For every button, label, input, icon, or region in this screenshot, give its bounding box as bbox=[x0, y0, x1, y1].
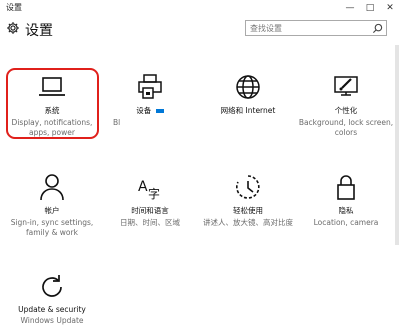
minimize-button[interactable]: — bbox=[340, 0, 360, 15]
highlight-outline bbox=[6, 68, 99, 139]
window-title: 设置 bbox=[6, 3, 22, 12]
tile-time-language[interactable]: A 字 时间和语言 日期、时间、区域 bbox=[101, 172, 199, 228]
tile-accounts-desc: Sign-in, sync settings, family & work bbox=[10, 218, 94, 237]
tile-privacy-name: 隐私 bbox=[338, 206, 354, 215]
maximize-button[interactable]: □ bbox=[360, 0, 380, 15]
tile-network[interactable]: 网络和 Internet bbox=[199, 72, 297, 118]
page-title: 设置 bbox=[25, 23, 53, 39]
mini-laptop-icon bbox=[155, 109, 164, 113]
tile-devices-desc: Bl bbox=[113, 118, 121, 127]
tile-update-security-desc: Windows Update bbox=[20, 316, 84, 325]
tile-time-language-name: 时间和语言 bbox=[131, 206, 169, 215]
search-input[interactable] bbox=[250, 21, 368, 35]
gear-icon bbox=[7, 22, 19, 34]
tile-devices[interactable]: 设备 Bl bbox=[101, 72, 199, 128]
tile-accounts-name: 帐户 bbox=[44, 206, 60, 215]
tile-update-security[interactable]: Update & security Windows Update bbox=[3, 272, 101, 326]
ease-of-access-icon bbox=[236, 175, 260, 199]
printer-icon bbox=[138, 74, 162, 99]
paint-icon bbox=[334, 76, 358, 96]
tile-devices-name: 设备 bbox=[101, 105, 199, 116]
person-icon bbox=[40, 174, 64, 201]
tile-personalization-name: 个性化 bbox=[334, 106, 358, 115]
search-icon[interactable] bbox=[372, 23, 383, 34]
close-button[interactable]: ✕ bbox=[380, 0, 400, 15]
refresh-icon bbox=[42, 275, 62, 297]
tile-privacy[interactable]: 隐私 Location, camera bbox=[297, 172, 395, 228]
tile-ease-of-access-desc: 讲述人、放大镜、高对比度 bbox=[203, 218, 293, 227]
window-controls: — □ ✕ bbox=[340, 0, 400, 15]
tile-accounts[interactable]: 帐户 Sign-in, sync settings, family & work bbox=[3, 172, 101, 237]
globe-icon bbox=[236, 75, 260, 99]
scrollbar[interactable] bbox=[395, 45, 399, 245]
tile-update-security-name: Update & security bbox=[18, 305, 86, 314]
tile-time-language-desc: 日期、时间、区域 bbox=[120, 218, 180, 227]
tile-ease-of-access[interactable]: 轻松使用 讲述人、放大镜、高对比度 bbox=[199, 172, 297, 228]
tile-privacy-desc: Location, camera bbox=[313, 218, 379, 227]
tile-personalization[interactable]: 个性化 Background, lock screen, colors bbox=[297, 72, 395, 137]
tile-ease-of-access-name: 轻松使用 bbox=[233, 206, 263, 215]
search-box[interactable] bbox=[245, 20, 387, 36]
svg-text:A: A bbox=[138, 179, 148, 195]
tile-personalization-desc: Background, lock screen, colors bbox=[298, 118, 394, 137]
tile-network-name: 网络和 Internet bbox=[220, 106, 276, 115]
time-language-icon: A 字 bbox=[138, 179, 160, 201]
title-bar: 设置 — □ ✕ bbox=[0, 0, 400, 15]
svg-text:字: 字 bbox=[148, 186, 160, 201]
lock-icon bbox=[337, 175, 355, 200]
